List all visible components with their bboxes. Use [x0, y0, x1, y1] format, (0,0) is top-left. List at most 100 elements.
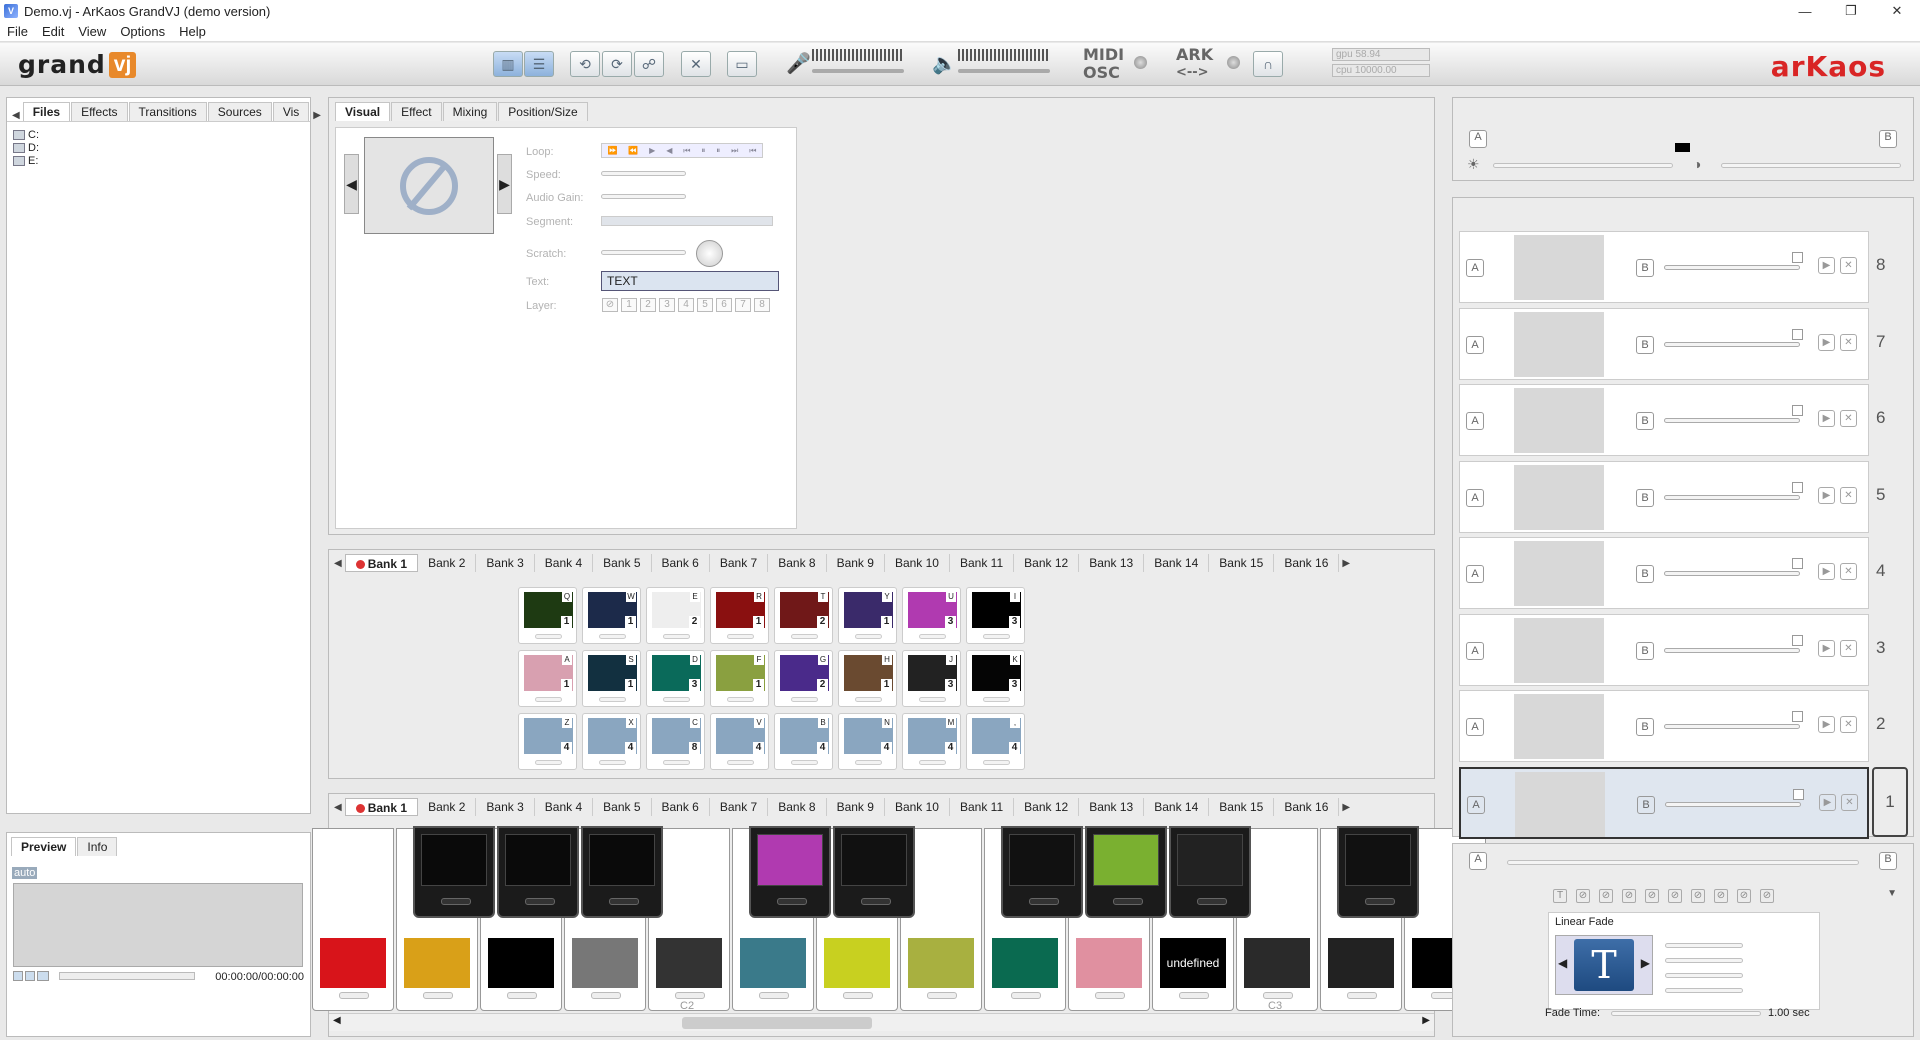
clip-slot[interactable]: Q1: [518, 587, 577, 644]
audio-input-meter[interactable]: [812, 49, 904, 79]
layer-play-icon[interactable]: ▶: [1818, 563, 1835, 580]
bank-tab[interactable]: Bank 3: [476, 798, 535, 816]
bank-tab[interactable]: Bank 9: [827, 798, 885, 816]
transition-param-1[interactable]: [1665, 943, 1743, 948]
bank-tab[interactable]: Bank 8: [768, 798, 827, 816]
clip-slot[interactable]: A1: [518, 650, 577, 707]
drive-c[interactable]: C:: [13, 128, 304, 141]
layer-clear-icon[interactable]: ✕: [1840, 716, 1857, 733]
blackout-icon[interactable]: ✕: [681, 51, 711, 77]
bank-tab[interactable]: Bank 1: [344, 554, 419, 572]
close-button[interactable]: ✕: [1874, 0, 1920, 22]
clip-pad[interactable]: [855, 634, 882, 639]
brightness-slider[interactable]: [1493, 163, 1673, 168]
tabs-left-icon[interactable]: ◀: [9, 110, 23, 121]
layer-row[interactable]: A B ▶ ✕: [1459, 231, 1869, 303]
layer-opacity-slider[interactable]: [1664, 724, 1800, 729]
clip-pad[interactable]: [983, 697, 1010, 702]
layer-opacity-slider[interactable]: [1665, 801, 1801, 807]
bank-tab[interactable]: Bank 5: [593, 798, 652, 816]
maximize-button[interactable]: ❐: [1828, 0, 1874, 22]
preview-progress[interactable]: [59, 972, 195, 980]
clip-pad[interactable]: [599, 697, 626, 702]
tab-info[interactable]: Info: [77, 837, 118, 856]
layer-b-button[interactable]: B: [1636, 641, 1654, 660]
clip-pad[interactable]: [919, 760, 946, 765]
clip-pad[interactable]: [983, 760, 1010, 765]
banks-right-icon[interactable]: ▶: [1339, 558, 1353, 569]
bank-tab[interactable]: Bank 13: [1079, 798, 1145, 816]
tab-mixing[interactable]: Mixing: [442, 102, 498, 121]
clip-slot[interactable]: C8: [646, 713, 705, 770]
keyboard-scrollbar[interactable]: ◀ ▶: [329, 1013, 1434, 1031]
next-transition-icon[interactable]: ▶: [1641, 956, 1650, 970]
key-pad[interactable]: [525, 898, 555, 905]
layer-opacity-slider[interactable]: [1664, 265, 1800, 270]
layer-button[interactable]: 7: [735, 298, 751, 312]
layer-b-button[interactable]: B: [1636, 565, 1654, 583]
layer-checkbox[interactable]: [1792, 328, 1803, 340]
key-pad[interactable]: [423, 992, 453, 999]
loop-mode-buttons[interactable]: ⏩ ⏪ ▶ ◀ ⏮ ⏸ ⏸ ⏭ ⏮: [601, 143, 763, 158]
transition-selector[interactable]: ◀ T ▶: [1555, 935, 1653, 995]
layer-clear-icon[interactable]: ✕: [1841, 793, 1858, 811]
next-visual-icon[interactable]: ▶: [497, 154, 512, 214]
layer-button[interactable]: 4: [678, 298, 694, 312]
transition-param-3[interactable]: [1665, 973, 1743, 978]
clip-slot[interactable]: X4: [582, 713, 641, 770]
menu-view[interactable]: View: [71, 24, 113, 39]
layer-b-button[interactable]: B: [1637, 795, 1655, 814]
layer-play-icon[interactable]: ▶: [1818, 716, 1835, 733]
network-icon[interactable]: ☍: [634, 51, 664, 77]
white-key[interactable]: [312, 828, 394, 1011]
scratch-slider[interactable]: [601, 250, 686, 255]
layer-clear-icon[interactable]: ✕: [1840, 639, 1857, 657]
layer-checkbox[interactable]: [1792, 558, 1803, 569]
tab-vis[interactable]: Vis: [272, 102, 310, 121]
clip-pad[interactable]: [535, 634, 562, 639]
bank-tab[interactable]: Bank 9: [827, 554, 885, 572]
layer-opacity-slider[interactable]: [1664, 571, 1800, 576]
layer-a-button[interactable]: A: [1466, 718, 1484, 736]
clip-slot[interactable]: T2: [774, 587, 833, 644]
bank-tab[interactable]: Bank 11: [950, 798, 1015, 816]
layer-play-icon[interactable]: ▶: [1819, 793, 1836, 811]
key-pad[interactable]: [1011, 992, 1041, 999]
layer-b-button[interactable]: B: [1636, 412, 1654, 430]
key-pad[interactable]: [927, 992, 957, 999]
tab-effect[interactable]: Effect: [391, 102, 442, 121]
layer-play-icon[interactable]: ▶: [1818, 333, 1835, 351]
clip-slot[interactable]: I3: [966, 587, 1025, 644]
bank-tab[interactable]: Bank 12: [1014, 798, 1080, 816]
layer-button[interactable]: ⊘: [602, 298, 618, 312]
black-key[interactable]: [749, 826, 831, 918]
clip-slot[interactable]: G2: [774, 650, 833, 707]
key-pad[interactable]: [591, 992, 621, 999]
tab-visual[interactable]: Visual: [335, 102, 391, 121]
drive-e[interactable]: E:: [13, 154, 304, 167]
master-a-button[interactable]: A: [1469, 130, 1487, 148]
layer-a-button[interactable]: A: [1466, 412, 1484, 430]
tab-files[interactable]: Files: [22, 102, 71, 121]
key-pad[interactable]: [1029, 898, 1059, 905]
clip-pad[interactable]: [663, 760, 690, 765]
pause-icon[interactable]: [25, 971, 35, 981]
key-pad[interactable]: [1113, 898, 1143, 905]
layer-row[interactable]: A B ▶ ✕: [1459, 613, 1869, 686]
scroll-thumb[interactable]: [682, 1017, 872, 1029]
layer-a-button[interactable]: A: [1467, 795, 1485, 814]
layer-play-icon[interactable]: ▶: [1818, 410, 1835, 427]
clip-pad[interactable]: [791, 697, 818, 702]
clip-pad[interactable]: [535, 697, 562, 702]
layer-row[interactable]: A B ▶ ✕: [1459, 537, 1869, 609]
clip-pad[interactable]: [791, 760, 818, 765]
text-effect-icon[interactable]: T: [1553, 889, 1567, 903]
key-pad[interactable]: [777, 898, 807, 905]
layer-b-button[interactable]: B: [1636, 259, 1654, 277]
master-b-button[interactable]: B: [1879, 130, 1897, 148]
clip-slot[interactable]: M4: [902, 713, 961, 770]
menu-options[interactable]: Options: [113, 24, 172, 39]
clip-pad[interactable]: [727, 697, 754, 702]
layer-checkbox[interactable]: [1792, 634, 1803, 646]
bank-tab[interactable]: Bank 2: [418, 798, 477, 816]
